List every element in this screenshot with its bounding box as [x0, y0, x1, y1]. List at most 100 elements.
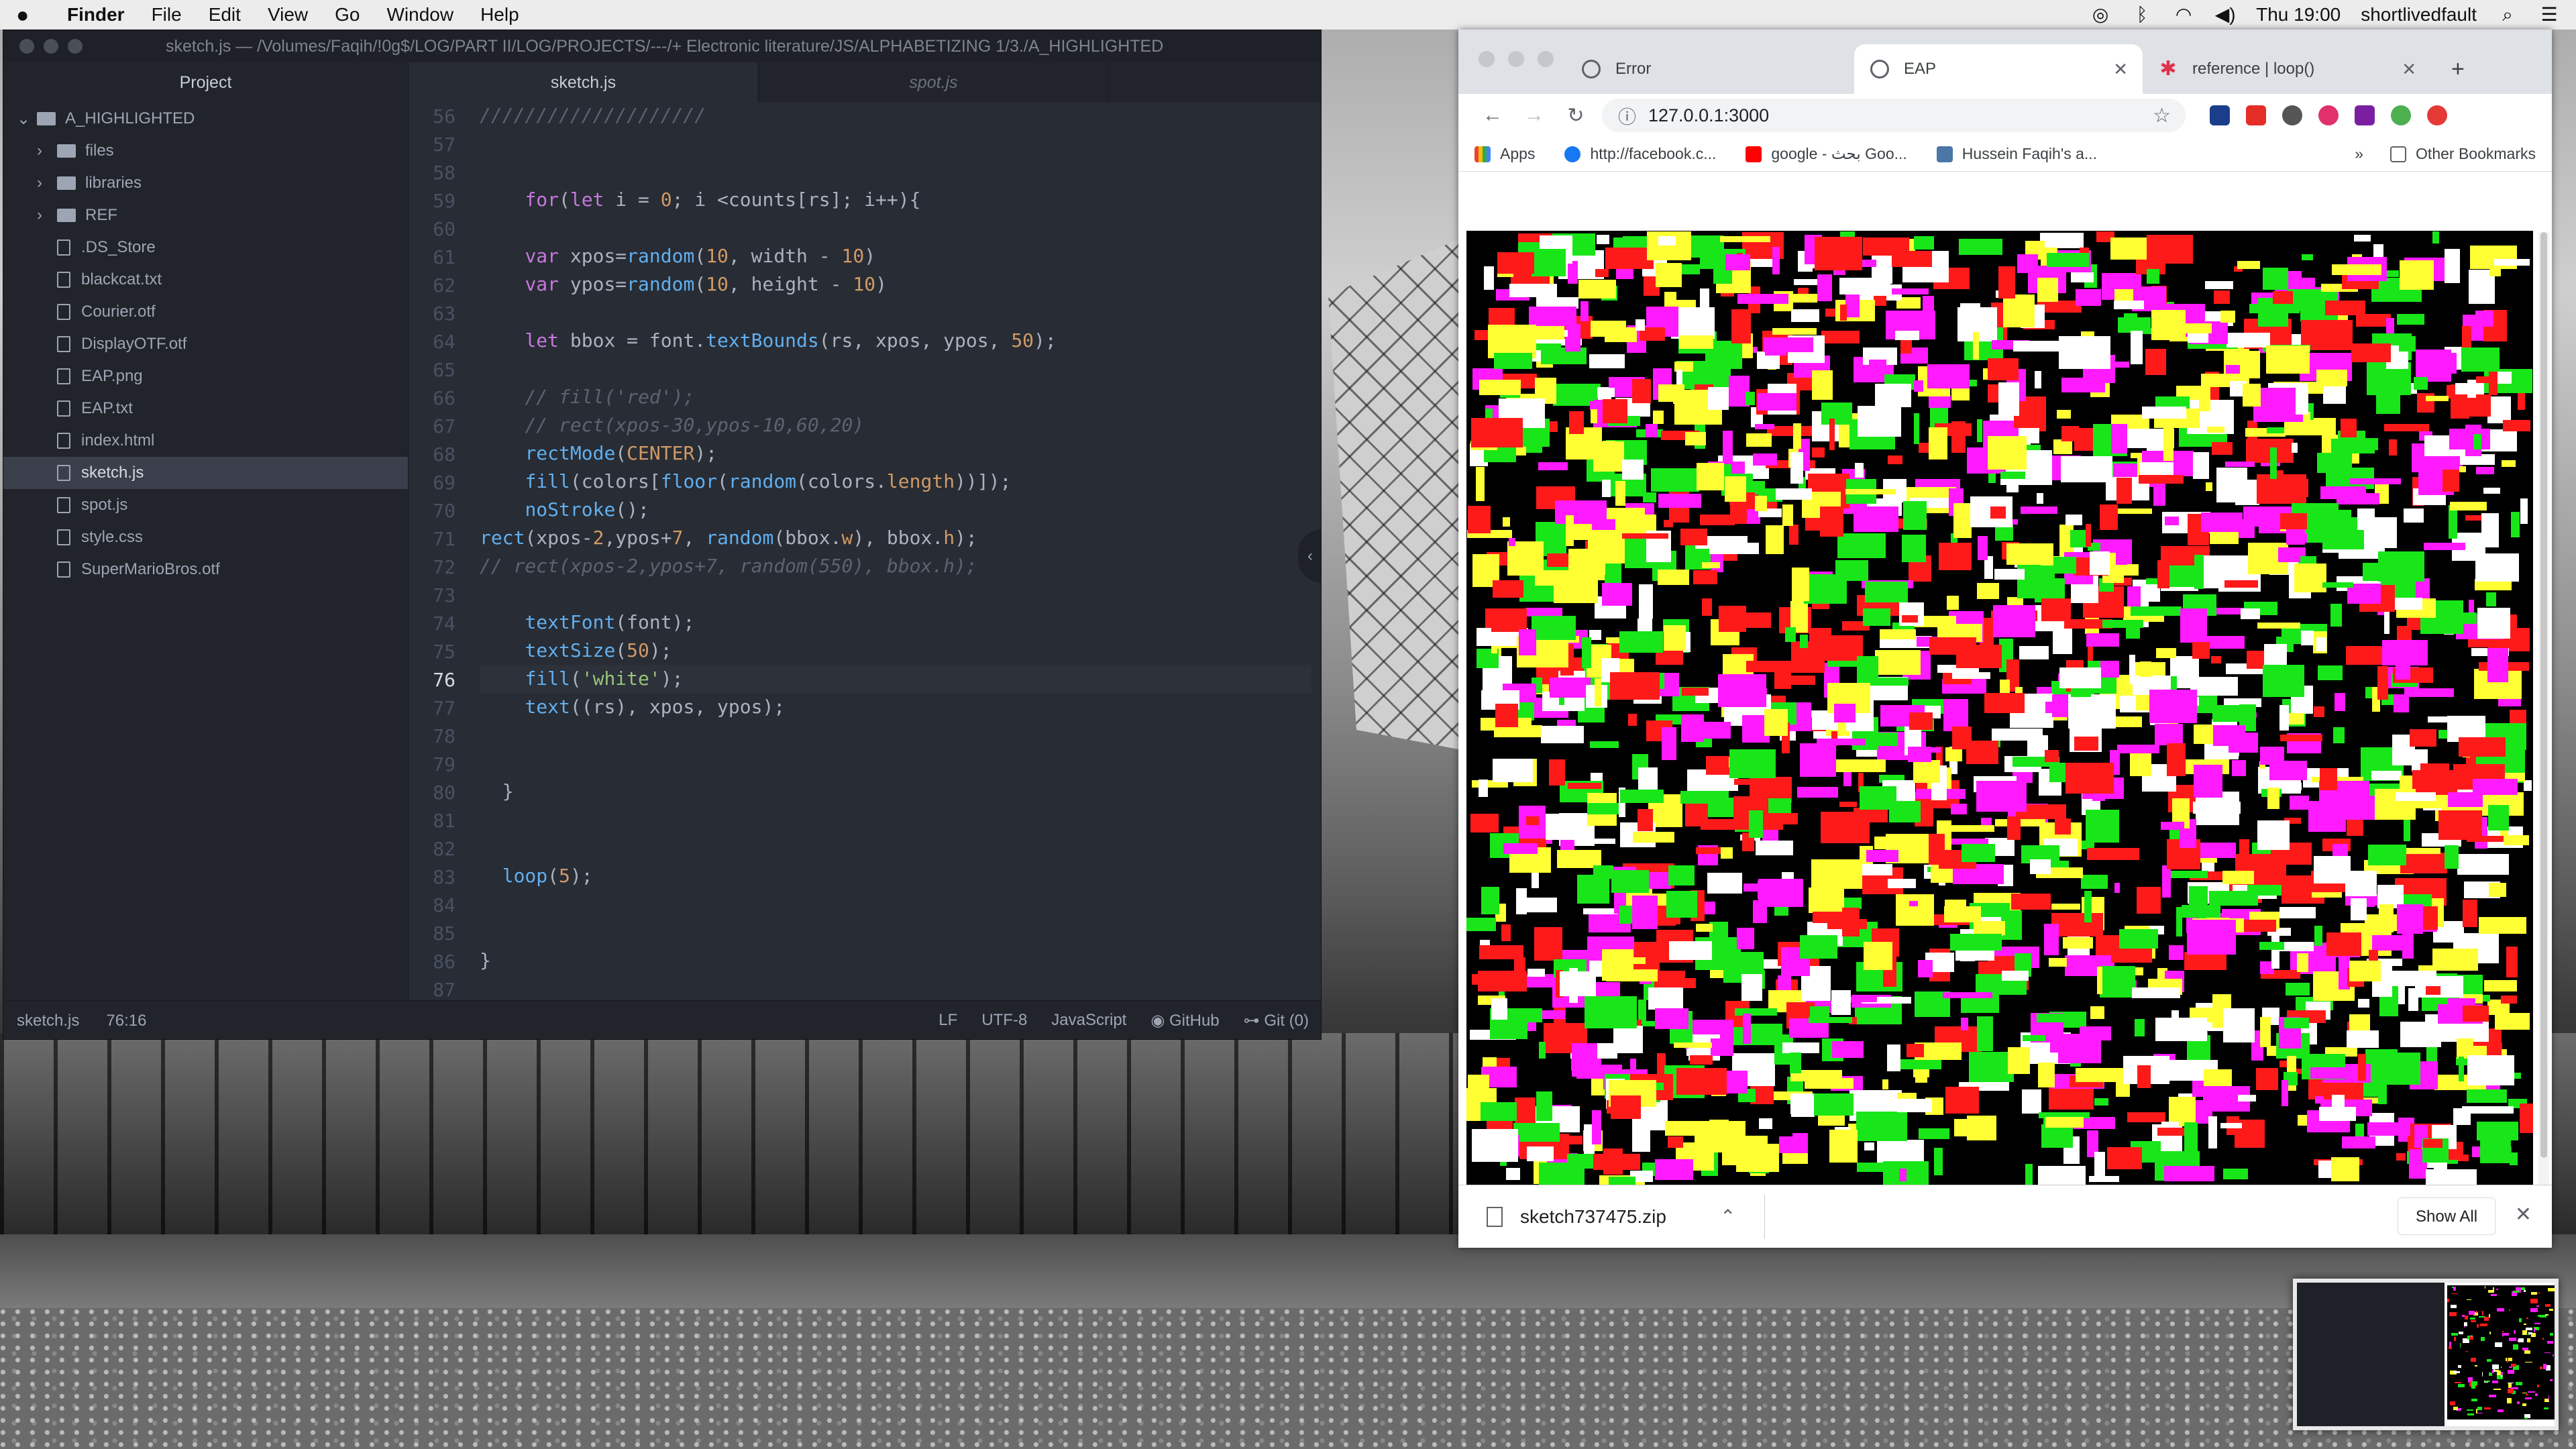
update-icon[interactable]	[2427, 105, 2447, 125]
glyph-block	[2202, 1087, 2212, 1093]
status-git[interactable]: ⊶ Git (0)	[1244, 1011, 1309, 1030]
minimize-window-button[interactable]	[1508, 51, 1524, 67]
extension-icon[interactable]	[2210, 105, 2230, 125]
zoom-window-button[interactable]	[1538, 51, 1554, 67]
p5-canvas[interactable]	[1466, 231, 2533, 1190]
forward-arrow-icon[interactable]: →	[1513, 104, 1555, 127]
profile-avatar[interactable]	[2391, 105, 2411, 125]
close-window-button[interactable]	[1479, 51, 1495, 67]
tree-file[interactable]: style.css	[3, 521, 408, 553]
apple-menu-icon[interactable]: ●	[16, 3, 43, 28]
tree-file[interactable]: EAP.txt	[3, 392, 408, 425]
glyph-block	[2368, 845, 2406, 865]
menubar-clock[interactable]: Thu 19:00	[2256, 4, 2341, 25]
zoom-window-button[interactable]	[68, 39, 83, 54]
menu-app-name[interactable]: Finder	[67, 4, 125, 25]
download-filename[interactable]: sketch737475.zip	[1520, 1206, 1666, 1228]
menu-help[interactable]: Help	[480, 4, 519, 25]
bookmark-facebook[interactable]: http://facebook.c...	[1564, 145, 1716, 163]
status-grammar[interactable]: JavaScript	[1051, 1011, 1126, 1030]
glyph-block	[2469, 1336, 2473, 1340]
status-line-ending[interactable]: LF	[938, 1011, 957, 1030]
menu-edit[interactable]: Edit	[209, 4, 241, 25]
tree-folder-libraries[interactable]: › libraries	[3, 167, 408, 199]
menu-go[interactable]: Go	[335, 4, 360, 25]
glyph-block	[1900, 339, 1912, 354]
other-bookmarks[interactable]: Other Bookmarks	[2390, 145, 2536, 163]
minimize-window-button[interactable]	[44, 39, 58, 54]
bookmark-google[interactable]: google - بحث Goo...	[1746, 145, 1907, 163]
tree-file[interactable]: spot.js	[3, 489, 408, 521]
new-tab-button[interactable]: +	[2451, 56, 2465, 83]
status-cursor[interactable]: 76:16	[106, 1012, 146, 1030]
glyph-block	[1697, 463, 1724, 490]
vertical-scrollbar[interactable]	[2538, 232, 2549, 1185]
tree-file[interactable]: EAP.png	[3, 360, 408, 392]
close-tab-icon[interactable]: ✕	[2402, 59, 2416, 80]
extension-icon[interactable]	[2355, 105, 2375, 125]
status-encoding[interactable]: UTF-8	[981, 1011, 1027, 1030]
glyph-block	[2114, 301, 2144, 309]
status-file[interactable]: sketch.js	[17, 1012, 79, 1030]
tab-sketch-js[interactable]: sketch.js	[409, 62, 759, 103]
screenshot-thumbnail[interactable]	[2293, 1279, 2559, 1430]
tree-file[interactable]: DisplayOTF.otf	[3, 328, 408, 360]
volume-icon[interactable]: ◀)	[2214, 5, 2236, 24]
menubar-user[interactable]: shortlivedfault	[2361, 4, 2477, 25]
menu-view[interactable]: View	[268, 4, 308, 25]
tree-file[interactable]: Courier.otf	[3, 296, 408, 328]
glyph-block	[2317, 453, 2352, 473]
glyph-block	[2155, 1018, 2207, 1041]
wifi-icon[interactable]: ◠	[2173, 5, 2194, 24]
address-bar[interactable]: ⓘ 127.0.0.1:3000 ☆	[1602, 99, 2186, 132]
menu-file[interactable]: File	[152, 4, 182, 25]
tree-file[interactable]: index.html	[3, 425, 408, 457]
close-icon[interactable]: ✕	[2515, 1203, 2532, 1226]
tree-folder-files[interactable]: › files	[3, 135, 408, 167]
notification-center-icon[interactable]: ☰	[2538, 5, 2560, 24]
code-editor[interactable]: 56 57 58 59 60 61 62 63 64 65 66 67 68 69 70 71 72 73 74 75…	[409, 103, 1321, 1001]
status-github[interactable]: ◉ GitHub	[1150, 1011, 1219, 1030]
glyph-block	[1869, 360, 1886, 374]
spotlight-search-icon[interactable]: ⌕	[2497, 5, 2518, 24]
back-arrow-icon[interactable]: ←	[1472, 104, 1513, 127]
glyph-block	[2543, 1364, 2546, 1369]
line-number: 86	[433, 951, 455, 973]
chevron-up-icon[interactable]: ⌃	[1720, 1205, 1735, 1228]
bookmarks-overflow-button[interactable]: »	[2355, 145, 2363, 163]
instagram-extension-icon[interactable]	[2318, 105, 2339, 125]
info-icon[interactable]: ⓘ	[1618, 103, 1636, 129]
bookmark-hussein[interactable]: Hussein Faqih's a...	[1936, 145, 2097, 163]
glyph-block	[2414, 377, 2428, 390]
tree-folder-ref[interactable]: › REF	[3, 199, 408, 231]
glyph-block	[2204, 1069, 2232, 1086]
close-tab-icon[interactable]: ✕	[2113, 59, 2128, 80]
tab-project[interactable]: Project	[3, 62, 409, 103]
show-all-button[interactable]: Show All	[2398, 1197, 2496, 1235]
tab-spot-js[interactable]: spot.js	[759, 62, 1109, 103]
glyph-block	[2399, 336, 2416, 352]
tree-file[interactable]: .DS_Store	[3, 231, 408, 264]
tree-file[interactable]: SuperMarioBros.otf	[3, 553, 408, 586]
bookmark-star-icon[interactable]: ☆	[2153, 104, 2171, 127]
tree-root-folder[interactable]: ⌄ A_HIGHLIGHTED	[3, 103, 408, 135]
menu-window[interactable]: Window	[386, 4, 453, 25]
browser-tab-eap[interactable]: EAP ✕	[1854, 44, 2143, 94]
glyph-block	[1984, 693, 2025, 713]
glyph-block	[1527, 587, 1548, 594]
glyph-block	[2289, 713, 2304, 724]
bookmark-apps[interactable]: Apps	[1474, 145, 1535, 163]
browser-tab-reference[interactable]: ✱ reference | loop() ✕	[2143, 44, 2431, 94]
close-window-button[interactable]	[19, 39, 34, 54]
tree-file[interactable]: sketch.js	[3, 457, 408, 489]
bluetooth-icon[interactable]: ᛒ	[2131, 5, 2153, 24]
glyph-block	[1591, 409, 1597, 423]
tree-file[interactable]: blackcat.txt	[3, 264, 408, 296]
creative-cloud-icon[interactable]: ◎	[2090, 5, 2111, 24]
glyph-block	[1854, 506, 1898, 532]
glyph-block	[1589, 354, 1625, 368]
glyph-block	[1961, 1018, 1968, 1030]
youtube-extension-icon[interactable]	[2246, 105, 2266, 125]
reload-icon[interactable]: ↻	[1555, 104, 1597, 127]
extension-icon[interactable]	[2282, 105, 2302, 125]
